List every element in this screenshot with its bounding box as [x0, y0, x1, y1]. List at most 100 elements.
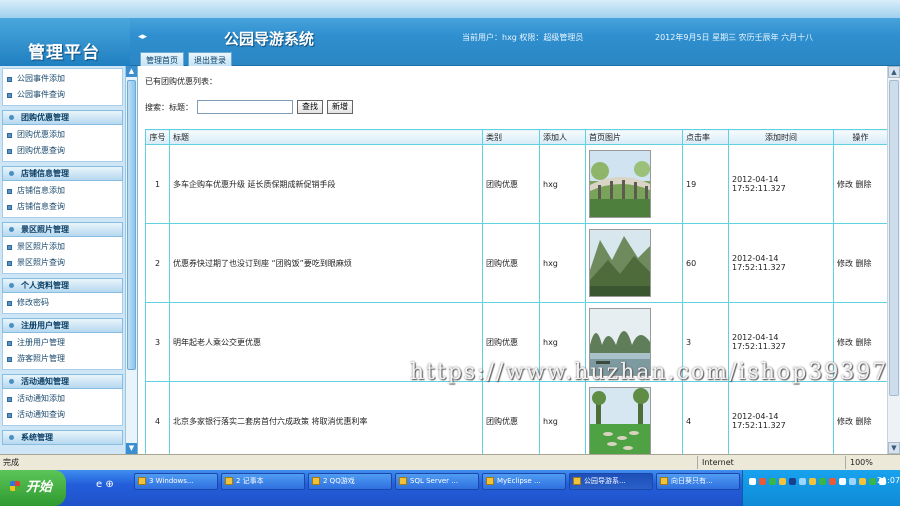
delete-link[interactable]: 删除	[856, 417, 872, 426]
row-clicks: 60	[682, 223, 729, 303]
menu-bullet-icon	[7, 93, 12, 98]
collapse-arrows-icon[interactable]: ◂▸	[138, 32, 147, 42]
sidebar-group-header[interactable]: 注册用户管理	[2, 318, 123, 333]
tray-icon[interactable]	[869, 478, 876, 485]
window-icon	[399, 477, 407, 485]
tray-icon[interactable]	[769, 478, 776, 485]
taskbar-button[interactable]: 2 记事本	[221, 473, 305, 490]
sidebar-item[interactable]: 修改密码	[3, 295, 122, 311]
sidebar-item[interactable]: 店铺信息查询	[3, 199, 122, 215]
delete-link[interactable]: 删除	[856, 180, 872, 189]
tray-icon[interactable]	[759, 478, 766, 485]
col-header: 标题	[169, 129, 483, 145]
scroll-down-icon[interactable]: ▼	[126, 443, 137, 454]
taskbar-button[interactable]: 公园导游系...	[569, 473, 653, 490]
tray-icon[interactable]	[829, 478, 836, 485]
sidebar-item[interactable]: 注册用户管理	[3, 335, 122, 351]
sidebar-item[interactable]: 公园事件添加	[3, 71, 122, 87]
tray-icon[interactable]	[859, 478, 866, 485]
sidebar-item[interactable]: 景区照片查询	[3, 255, 122, 271]
edit-link[interactable]: 修改	[837, 338, 853, 347]
edit-link[interactable]: 修改	[837, 259, 853, 268]
sidebar-item[interactable]: 店铺信息添加	[3, 183, 122, 199]
sidebar-item[interactable]: 活动通知添加	[3, 391, 122, 407]
sidebar-group-header[interactable]: 个人资料管理	[2, 278, 123, 293]
search-input[interactable]	[197, 100, 293, 114]
sidebar-items: 修改密码	[2, 293, 123, 314]
window-icon	[660, 477, 668, 485]
group-buy-table: 序号 标题 类别 添加人 首页图片 点击率 添加时间 操作 1 多车企购车优惠升级…	[145, 129, 887, 454]
delete-link[interactable]: 删除	[856, 259, 872, 268]
tray-icon[interactable]	[819, 478, 826, 485]
row-title[interactable]: 多车企购车优惠升级 延长质保期成新促销手段	[169, 144, 483, 224]
edit-link[interactable]: 修改	[837, 417, 853, 426]
taskbar-button-label: 向日葵只有...	[671, 477, 713, 485]
row-adder: hxg	[539, 381, 586, 454]
tray-icon[interactable]	[789, 478, 796, 485]
browser-top-strip: ▔▁▔▁▔▁▔▁▔▁▔▁▔▁▔	[0, 0, 900, 18]
row-title[interactable]: 北京多家银行落实二套房首付六成政策 将取消优惠利率	[169, 381, 483, 454]
zoom-level[interactable]: 100%	[845, 456, 873, 469]
tray-icons	[749, 478, 886, 485]
taskbar-button[interactable]: MyEclipse ...	[482, 473, 566, 490]
sidebar-group-header[interactable]: 系统管理	[2, 430, 123, 445]
browser-status-bar: 完成 Internet 100%	[0, 454, 900, 470]
row-photo-cell	[585, 144, 683, 224]
col-header: 操作	[833, 129, 887, 145]
scroll-up-icon[interactable]: ▲	[888, 66, 900, 78]
sidebar-group: 店铺信息管理 店铺信息添加 店铺信息查询	[2, 166, 123, 218]
tray-icon[interactable]	[809, 478, 816, 485]
sidebar-item[interactable]: 景区照片添加	[3, 239, 122, 255]
page-scroll-thumb[interactable]	[889, 80, 899, 396]
tray-icon[interactable]	[799, 478, 806, 485]
taskbar-button[interactable]: 3 Windows...	[134, 473, 218, 490]
scroll-up-icon[interactable]: ▲	[126, 66, 137, 77]
mountain-photo[interactable]	[589, 229, 651, 297]
scroll-down-icon[interactable]: ▼	[888, 442, 900, 454]
sidebar-item[interactable]: 活动通知查询	[3, 407, 122, 423]
tray-icon[interactable]	[849, 478, 856, 485]
sidebar-item[interactable]: 公园事件查询	[3, 87, 122, 103]
row-photo-cell	[585, 223, 683, 303]
bullet-icon	[9, 283, 14, 288]
taskbar-button-label: 3 Windows...	[149, 477, 194, 485]
bridge-photo[interactable]	[589, 150, 651, 218]
sidebar: 公园事件添加 公园事件查询 团购优惠管理 团购优惠添加 团购优惠查询 店铺信息管理 店铺信息…	[0, 66, 138, 454]
sidebar-item[interactable]: 游客照片管理	[3, 351, 122, 367]
delete-link[interactable]: 删除	[856, 338, 872, 347]
tray-icon[interactable]	[779, 478, 786, 485]
sidebar-group: 活动通知管理活动通知添加 活动通知查询	[2, 374, 123, 426]
sidebar-group-title: 活动通知管理	[21, 377, 69, 386]
sidebar-group-header[interactable]: 景区照片管理	[2, 222, 123, 237]
sidebar-items: 店铺信息添加 店铺信息查询	[2, 181, 123, 218]
taskbar-button[interactable]: 向日葵只有...	[656, 473, 740, 490]
add-button[interactable]: 新增	[327, 100, 353, 114]
sidebar-item[interactable]: 团购优惠添加	[3, 127, 122, 143]
page-scrollbar[interactable]: ▲ ▼	[887, 66, 900, 454]
sidebar-item[interactable]: 团购优惠查询	[3, 143, 122, 159]
garden-photo[interactable]	[589, 387, 651, 454]
quick-launch-icons[interactable]: e ⊕	[96, 479, 114, 490]
sidebar-group-header[interactable]: 店铺信息管理	[2, 166, 123, 181]
row-title[interactable]: 优惠券快过期了也没订到座 “团购饭”要吃到眼麻烦	[169, 223, 483, 303]
sidebar-scrollbar[interactable]: ▲ ▼	[125, 66, 137, 454]
window-icon	[573, 477, 581, 485]
edit-link[interactable]: 修改	[837, 180, 853, 189]
menu-bullet-icon	[7, 245, 12, 250]
sidebar-group-header[interactable]: 活动通知管理	[2, 374, 123, 389]
tray-icon[interactable]	[749, 478, 756, 485]
row-actions: 修改 删除	[833, 381, 887, 454]
taskbar-button-label: 2 QQ游戏	[323, 477, 355, 485]
find-button[interactable]: 查找	[297, 100, 323, 114]
menu-bullet-icon	[7, 341, 12, 346]
brand-panel: 管理平台	[0, 18, 130, 66]
taskbar-button[interactable]: SQL Server ...	[395, 473, 479, 490]
tray-icon[interactable]	[839, 478, 846, 485]
row-actions: 修改 删除	[833, 144, 887, 224]
taskbar-button[interactable]: 2 QQ游戏	[308, 473, 392, 490]
search-label: 搜索：标题：	[145, 102, 193, 112]
sidebar-group-header[interactable]: 团购优惠管理	[2, 110, 123, 125]
row-adder: hxg	[539, 144, 586, 224]
sidebar-scroll-thumb[interactable]	[127, 80, 136, 370]
start-button[interactable]: 开始	[0, 470, 66, 506]
